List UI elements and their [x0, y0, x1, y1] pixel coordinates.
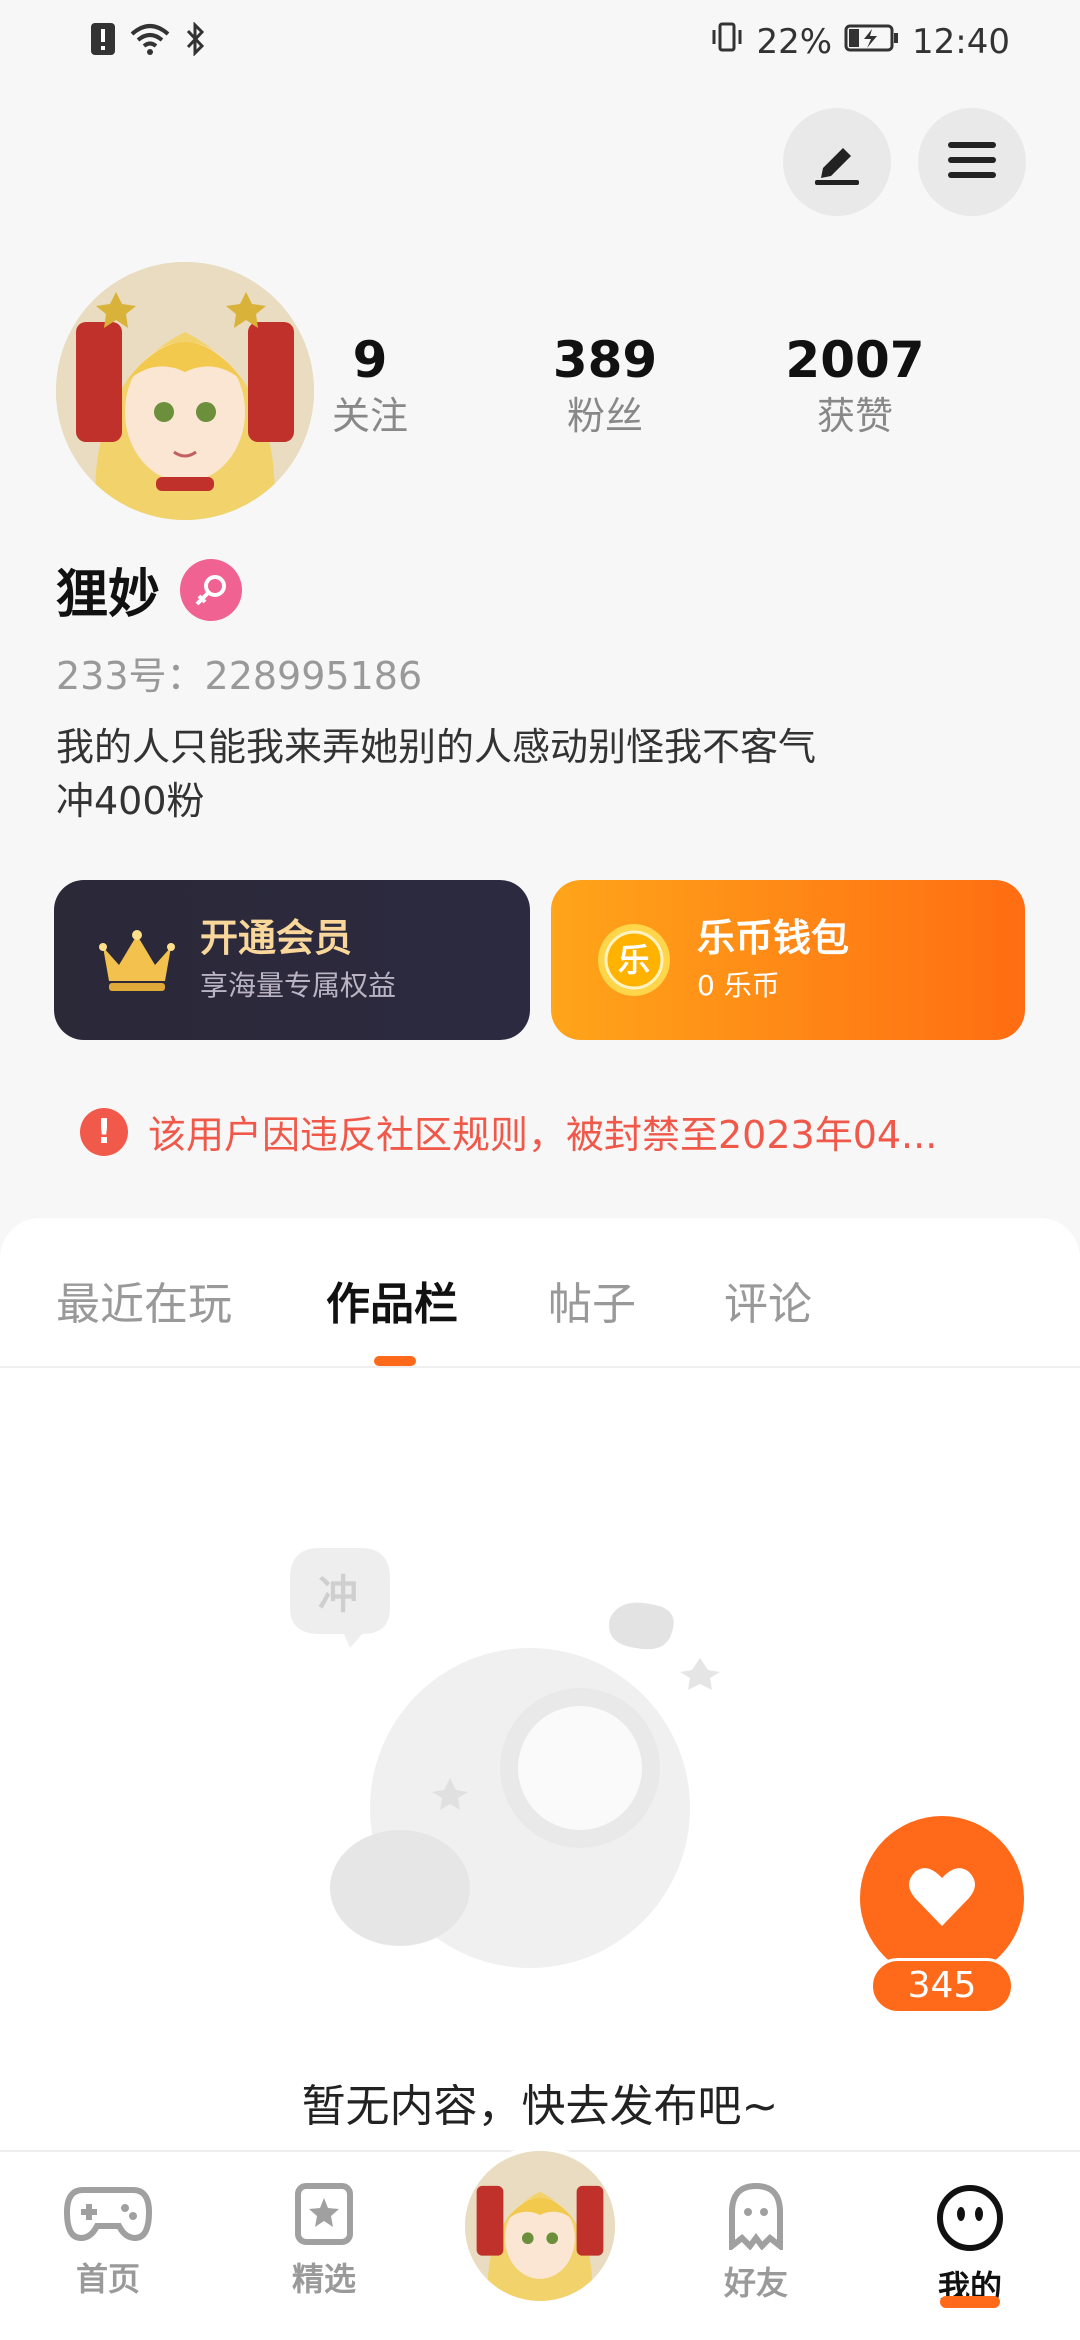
stat-following-count: 9 — [352, 331, 388, 389]
stat-likes[interactable]: 2007 获赞 — [755, 330, 955, 442]
menu-button[interactable] — [918, 108, 1026, 216]
stat-following[interactable]: 9 关注 — [270, 330, 470, 442]
heart-icon — [907, 1864, 977, 1932]
stat-likes-count: 2007 — [785, 331, 925, 389]
crown-icon — [92, 915, 182, 1005]
nav-avatar-image — [465, 2151, 615, 2301]
tab-posts[interactable]: 帖子 — [548, 1268, 636, 1332]
stat-likes-label: 获赞 — [816, 394, 893, 438]
nav-home[interactable]: 首页 — [38, 2182, 178, 2300]
vip-card[interactable]: 开通会员 享海量专属权益 — [54, 880, 530, 1040]
vibrate-icon — [710, 20, 744, 63]
user-id-label: 233号： — [56, 654, 205, 698]
nav-home-label: 首页 — [75, 2260, 140, 2298]
nickname-row: 狸妙 — [56, 552, 243, 627]
vip-card-subtitle: 享海量专属权益 — [200, 969, 397, 1002]
ban-notice-text: 该用户因违反社区规则，被封禁至2023年04... — [148, 1113, 938, 1157]
alert-icon — [90, 22, 116, 60]
nav-center-avatar[interactable] — [460, 2146, 620, 2306]
status-bar: 22% 12:40 — [0, 0, 1080, 84]
user-id: 233号：228995186 — [56, 645, 422, 700]
tab-recent-play[interactable]: 最近在玩 — [56, 1268, 232, 1332]
stat-followers-count: 389 — [552, 331, 658, 389]
wallet-card-subtitle: 0 乐币 — [697, 969, 780, 1002]
ghost-icon — [724, 2182, 788, 2254]
coin-glyph: 乐 — [618, 941, 650, 979]
hamburger-icon — [944, 136, 1000, 188]
nav-friends-label: 好友 — [723, 2264, 788, 2302]
status-right: 22% 12:40 — [710, 20, 1010, 63]
warning-icon: ! — [80, 1107, 128, 1156]
ban-notice: ! 该用户因违反社区规则，被封禁至2023年04... — [80, 1104, 937, 1159]
empty-illustration: 冲 — [280, 1538, 780, 1998]
face-icon — [934, 2185, 1006, 2258]
stat-followers[interactable]: 389 粉丝 — [505, 330, 705, 442]
empty-state-text: 暂无内容，快去发布吧~ — [301, 2081, 779, 2132]
nav-featured-label: 精选 — [291, 2260, 356, 2298]
bottom-nav: 首页 精选 好友 我的 — [0, 2146, 1080, 2340]
nav-friends[interactable]: 好友 — [686, 2182, 826, 2304]
profile-tabs: 最近在玩 作品栏 帖子 评论 — [0, 1218, 1080, 1368]
wallet-card-title: 乐币钱包 — [697, 916, 850, 960]
pen-icon — [809, 132, 865, 192]
wifi-icon — [130, 22, 170, 60]
tab-active-indicator — [374, 1356, 416, 1366]
status-left-icons — [90, 21, 206, 60]
bluetooth-icon — [184, 21, 206, 60]
tab-works[interactable]: 作品栏 — [326, 1268, 458, 1332]
star-card-icon — [292, 2183, 356, 2250]
female-icon — [180, 558, 243, 621]
battery-percent: 22% — [756, 21, 833, 62]
empty-bubble-glyph: 冲 — [318, 1572, 358, 1618]
stat-followers-label: 粉丝 — [566, 394, 643, 438]
wallet-card[interactable]: 乐 乐币钱包 0 乐币 — [551, 880, 1025, 1040]
bio: 我的人只能我来弄她别的人感动别怪我不客气 冲400粉 — [56, 720, 956, 828]
nickname: 狸妙 — [56, 565, 161, 625]
bio-line-2: 冲400粉 — [56, 779, 205, 823]
like-button[interactable] — [860, 1816, 1024, 1980]
gamepad-icon — [63, 2187, 153, 2250]
clock: 12:40 — [912, 21, 1010, 62]
bio-line-1: 我的人只能我来弄她别的人感动别怪我不客气 — [56, 725, 817, 769]
nav-featured[interactable]: 精选 — [254, 2182, 394, 2300]
edit-profile-button[interactable] — [783, 108, 891, 216]
like-count: 345 — [870, 1958, 1014, 2014]
battery-icon — [844, 22, 900, 62]
profile-stats: 9 关注 389 粉丝 2007 获赞 — [270, 330, 970, 460]
vip-card-title: 开通会员 — [200, 916, 353, 960]
tab-comments[interactable]: 评论 — [724, 1268, 812, 1332]
nav-active-underline — [940, 2296, 1000, 2308]
nav-mine[interactable]: 我的 — [900, 2182, 1040, 2308]
coin-icon: 乐 — [589, 915, 679, 1005]
user-id-value: 228995186 — [204, 654, 423, 698]
stat-following-label: 关注 — [331, 394, 408, 438]
